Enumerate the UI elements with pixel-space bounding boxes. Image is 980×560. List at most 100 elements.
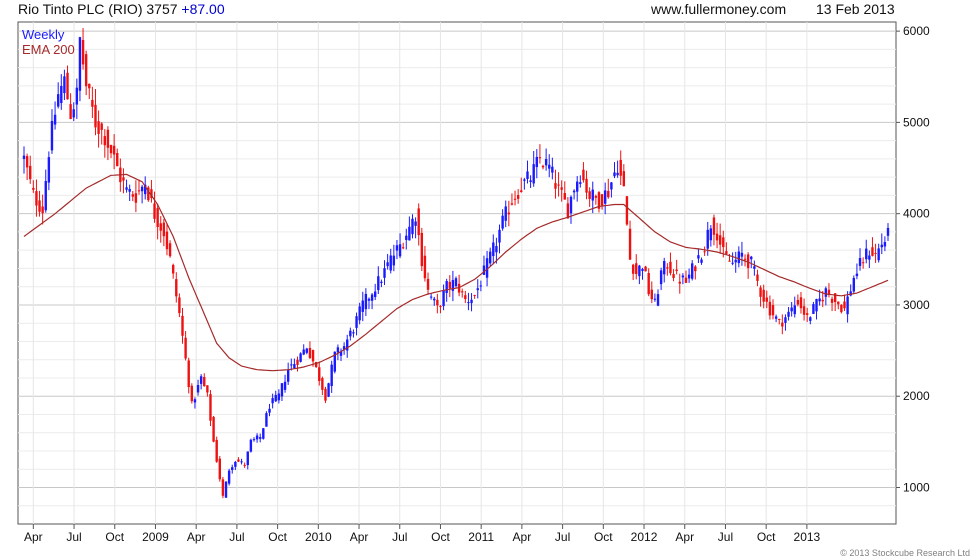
candle-body	[271, 398, 274, 404]
candle-body	[656, 294, 660, 306]
candle-body	[268, 408, 271, 413]
candle-body	[818, 298, 821, 302]
candle-body	[787, 311, 790, 317]
candle-body	[72, 109, 75, 118]
candle-body	[759, 287, 762, 297]
candle-body	[311, 350, 315, 362]
candle-body	[647, 273, 650, 295]
candle-body	[644, 266, 647, 272]
candle-body	[252, 439, 256, 441]
candle-body	[535, 156, 539, 168]
x-tick-label: Jul	[392, 530, 407, 544]
candle-body	[358, 306, 361, 321]
candle-body	[411, 218, 414, 235]
candle-body	[731, 262, 734, 264]
candle-body	[454, 278, 458, 287]
candle-body	[631, 264, 635, 274]
candle-body	[625, 196, 629, 225]
candle-body	[858, 258, 862, 266]
candle-body	[613, 172, 616, 177]
candle-body	[38, 200, 41, 212]
candle-body	[706, 229, 709, 249]
candle-body	[32, 187, 35, 190]
candle-body	[734, 259, 737, 263]
candle-body	[532, 164, 535, 184]
candle-body	[181, 315, 184, 336]
candle-body	[619, 159, 622, 176]
candle-body	[386, 262, 389, 267]
y-tick-label: 6000	[903, 24, 930, 38]
candle-body	[650, 289, 653, 300]
candle-body	[109, 144, 113, 154]
candle-body	[429, 296, 433, 298]
candle-body	[492, 242, 495, 257]
candle-body	[243, 464, 246, 466]
candle-body	[156, 208, 159, 228]
candle-body	[722, 237, 725, 248]
candle-body	[218, 458, 221, 480]
y-tick-label: 1000	[903, 480, 930, 494]
candle-body	[855, 273, 859, 277]
candle-body	[433, 298, 436, 301]
candle-body	[538, 157, 542, 159]
candle-body	[837, 301, 840, 305]
plot-frame	[17, 21, 897, 525]
candle-body	[283, 381, 287, 390]
candle-body	[482, 265, 486, 275]
candle-body	[327, 383, 330, 397]
candle-body	[277, 393, 281, 401]
x-tick-label: Apr	[350, 530, 369, 544]
x-tick-label: Oct	[268, 530, 287, 544]
candle-body	[678, 281, 681, 284]
candle-body	[607, 190, 610, 198]
candle-body	[728, 260, 731, 262]
x-tick-label: Jul	[718, 530, 733, 544]
y-tick-label: 5000	[903, 115, 930, 129]
candle-body	[367, 298, 371, 301]
candle-body	[805, 313, 809, 315]
candle-body	[846, 296, 849, 315]
candle-body	[520, 190, 523, 192]
x-tick-label: 2012	[631, 530, 658, 544]
candle-body	[588, 191, 591, 199]
candle-body	[715, 233, 719, 241]
x-tick-label: Apr	[675, 530, 694, 544]
candle-body	[187, 360, 190, 388]
candle-body	[224, 481, 228, 498]
candle-body	[815, 299, 818, 312]
candle-body	[743, 258, 747, 260]
candle-body	[563, 193, 566, 200]
candle-body	[635, 263, 638, 275]
candle-body	[510, 203, 514, 205]
candle-body	[75, 87, 79, 105]
candle-body	[880, 244, 883, 248]
candle-body	[171, 264, 175, 274]
candle-body	[886, 227, 890, 236]
candle-body	[215, 439, 218, 462]
candle-body	[544, 158, 548, 166]
candle-body	[112, 145, 116, 155]
candle-body	[308, 347, 312, 359]
candle-body	[336, 347, 340, 353]
candle-body	[865, 248, 868, 260]
candle-body	[768, 301, 772, 316]
candle-body	[501, 215, 504, 229]
candle-body	[417, 208, 420, 236]
candle-body	[318, 367, 321, 381]
candle-body	[672, 274, 675, 278]
candle-body	[209, 394, 212, 421]
candle-body	[212, 416, 215, 442]
candle-body	[361, 300, 364, 312]
candle-body	[330, 364, 333, 387]
candle-body	[234, 461, 237, 467]
candle-body	[753, 266, 756, 269]
candle-body	[526, 171, 529, 180]
x-tick-label: 2013	[794, 530, 821, 544]
candle-body	[653, 298, 657, 300]
candle-body	[140, 186, 144, 192]
candle-body	[681, 275, 685, 278]
candle-body	[861, 262, 865, 264]
y-tick-label: 2000	[903, 389, 930, 403]
candle-body	[479, 285, 483, 287]
candle-body	[781, 322, 784, 327]
